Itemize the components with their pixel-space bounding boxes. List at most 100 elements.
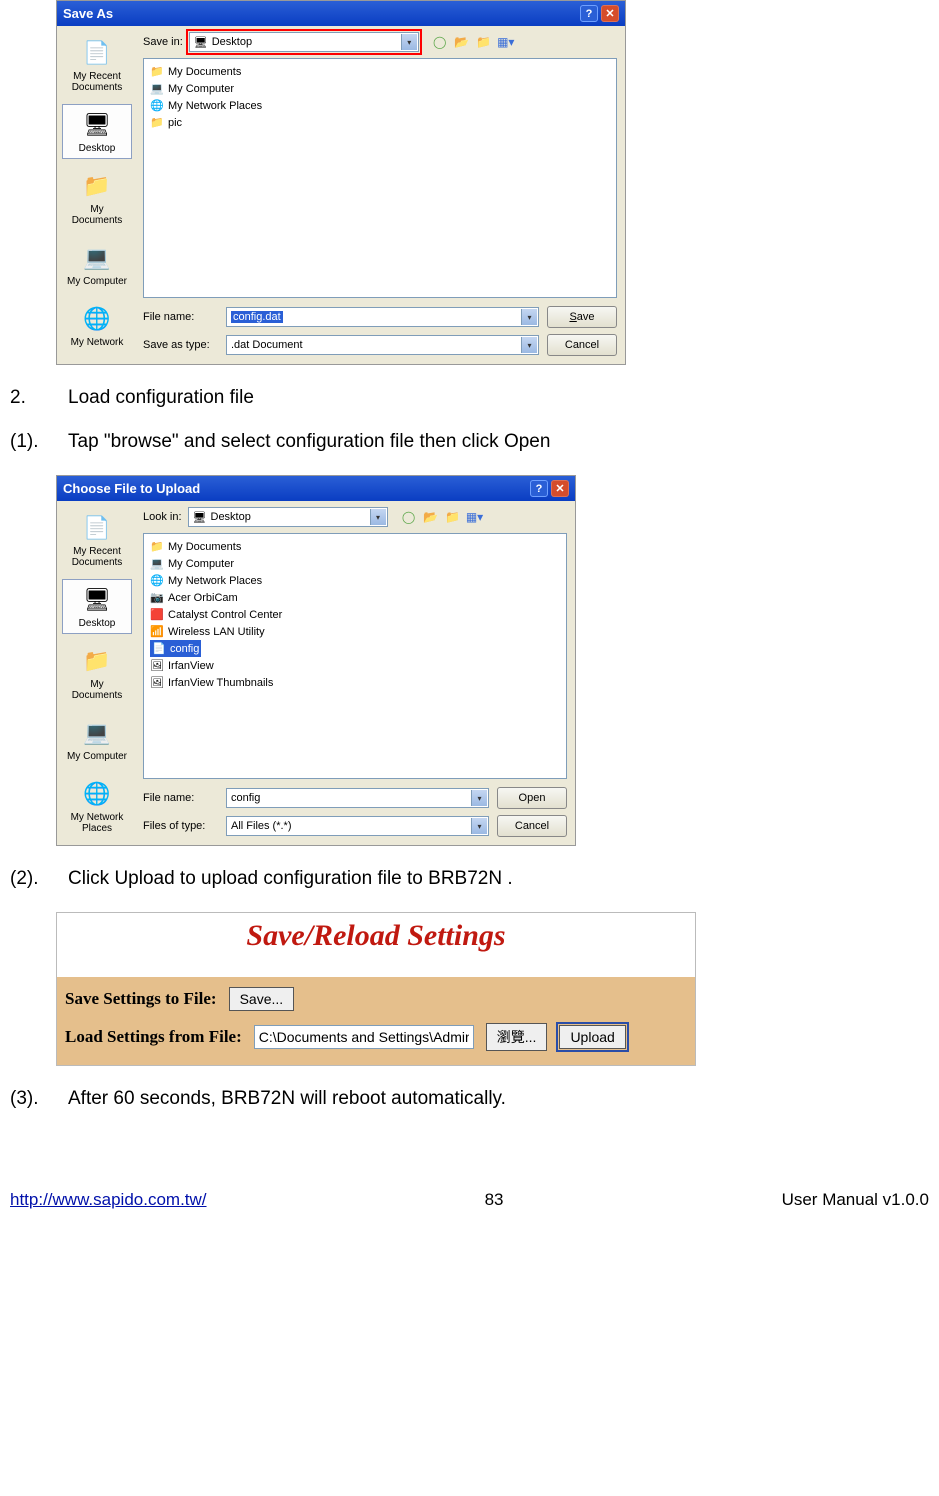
upload-button[interactable]: Upload xyxy=(559,1025,625,1049)
place-icon: 🖥 xyxy=(81,109,113,141)
dialog-titlebar[interactable]: Save As ? ✕ xyxy=(57,1,625,26)
save-type-label: Save as type: xyxy=(143,339,218,351)
list-item[interactable]: 📷Acer OrbiCam xyxy=(150,589,560,606)
step-text: Load configuration file xyxy=(68,387,254,409)
file-label: config xyxy=(170,643,199,655)
places-item[interactable]: 📁My Documents xyxy=(62,165,132,231)
place-label: My Documents xyxy=(65,204,129,226)
places-item[interactable]: 💻My Computer xyxy=(62,712,132,767)
places-item[interactable]: 🌐My Network xyxy=(62,298,132,353)
list-item[interactable]: 📁My Documents xyxy=(150,63,610,80)
list-item[interactable]: 📁My Documents xyxy=(150,538,560,555)
place-icon: 📁 xyxy=(81,645,113,677)
views-icon[interactable]: ▦▾ xyxy=(497,33,515,51)
views-icon[interactable]: ▦▾ xyxy=(466,508,484,526)
filename-value: config xyxy=(231,792,260,804)
save-to-file-label: Save Settings to File: xyxy=(65,989,217,1009)
substep-number: (3). xyxy=(10,1088,50,1110)
save-file-button[interactable]: Save... xyxy=(229,987,295,1011)
dialog-toolbar: ◯ 📂 📁 ▦▾ xyxy=(400,508,484,526)
filename-value: config.dat xyxy=(231,311,283,323)
back-icon[interactable]: ◯ xyxy=(431,33,449,51)
file-icon: 📁 xyxy=(150,116,164,130)
save-as-dialog: Save As ? ✕ 📄My Recent Documents 🖥Desktop… xyxy=(56,0,626,365)
file-label: My Computer xyxy=(168,558,234,570)
file-label: pic xyxy=(168,117,182,129)
places-bar: 📄My Recent Documents 🖥Desktop 📁My Document… xyxy=(57,501,137,845)
list-item[interactable]: 🌐My Network Places xyxy=(150,572,560,589)
places-item[interactable]: 📁My Documents xyxy=(62,640,132,706)
up-folder-icon[interactable]: 📂 xyxy=(422,508,440,526)
chevron-down-icon[interactable]: ▾ xyxy=(401,34,417,50)
substep-2: (2). Click Upload to upload configuratio… xyxy=(10,868,929,890)
list-item[interactable]: 🖼IrfanView Thumbnails xyxy=(150,674,560,691)
page-number: 83 xyxy=(485,1190,504,1210)
list-item[interactable]: 🟥Catalyst Control Center xyxy=(150,606,560,623)
filename-input[interactable]: config ▾ xyxy=(226,788,489,808)
file-label: My Computer xyxy=(168,83,234,95)
footer-link[interactable]: http://www.sapido.com.tw/ xyxy=(10,1190,207,1210)
close-icon[interactable]: ✕ xyxy=(551,480,569,497)
file-list[interactable]: 📁My Documents 💻 My Computer 🌐My Network Pla… xyxy=(143,58,617,298)
list-item[interactable]: 🌐My Network Places xyxy=(150,97,610,114)
filename-label: File name: xyxy=(143,311,218,323)
list-item[interactable]: 🖼IrfanView xyxy=(150,657,560,674)
browse-button[interactable]: 瀏覽... xyxy=(486,1023,548,1051)
close-icon[interactable]: ✕ xyxy=(601,5,619,22)
chevron-down-icon[interactable]: ▾ xyxy=(521,309,537,325)
file-icon: 📷 xyxy=(150,591,164,605)
file-icon: 📶 xyxy=(150,625,164,639)
back-icon[interactable]: ◯ xyxy=(400,508,418,526)
file-icon: 💻 xyxy=(150,82,164,96)
files-of-type-combo[interactable]: All Files (*.*) ▾ xyxy=(226,816,489,836)
up-folder-icon[interactable]: 📂 xyxy=(453,33,471,51)
dialog-titlebar[interactable]: Choose File to Upload ? ✕ xyxy=(57,476,575,501)
chevron-down-icon[interactable]: ▾ xyxy=(370,509,386,525)
file-icon: 🌐 xyxy=(150,99,164,113)
file-label: My Network Places xyxy=(168,575,262,587)
open-button[interactable]: Open xyxy=(497,787,567,809)
places-bar: 📄My Recent Documents 🖥Desktop 📁My Document… xyxy=(57,26,137,364)
list-item[interactable]: 💻 My Computer xyxy=(150,80,610,97)
new-folder-icon[interactable]: 📁 xyxy=(444,508,462,526)
list-item[interactable]: 📶Wireless LAN Utility xyxy=(150,623,560,640)
cancel-button[interactable]: Cancel xyxy=(547,334,617,356)
look-in-combo[interactable]: 🖥 Desktop ▾ xyxy=(188,507,388,527)
places-item[interactable]: 🖥Desktop xyxy=(62,579,132,634)
look-in-value: Desktop xyxy=(211,511,251,523)
help-icon[interactable]: ? xyxy=(530,480,548,497)
chevron-down-icon[interactable]: ▾ xyxy=(471,818,487,834)
file-icon: 💻 xyxy=(150,557,164,571)
place-icon: 💻 xyxy=(81,717,113,749)
file-list[interactable]: 📁My Documents 💻 My Computer 🌐My Network Pla… xyxy=(143,533,567,779)
choose-file-dialog: Choose File to Upload ? ✕ 📄My Recent Doc… xyxy=(56,475,576,846)
filename-label: File name: xyxy=(143,792,218,804)
places-item[interactable]: 🌐My Network Places xyxy=(62,773,132,839)
places-item[interactable]: 🖥Desktop xyxy=(62,104,132,159)
file-label: Catalyst Control Center xyxy=(168,609,282,621)
new-folder-icon[interactable]: 📁 xyxy=(475,33,493,51)
filename-input[interactable]: config.dat ▾ xyxy=(226,307,539,327)
chevron-down-icon[interactable]: ▾ xyxy=(471,790,487,806)
list-item[interactable]: 📁 pic xyxy=(150,114,610,131)
list-item[interactable]: 💻 My Computer xyxy=(150,555,560,572)
save-button[interactable]: Save xyxy=(547,306,617,328)
help-icon[interactable]: ? xyxy=(580,5,598,22)
places-item[interactable]: 📄My Recent Documents xyxy=(62,32,132,98)
substep-number: (2). xyxy=(10,868,50,890)
file-icon: 📄 xyxy=(152,642,166,656)
file-label: My Documents xyxy=(168,541,241,553)
save-type-combo[interactable]: .dat Document ▾ xyxy=(226,335,539,355)
file-icon: 📁 xyxy=(150,65,164,79)
chevron-down-icon[interactable]: ▾ xyxy=(521,337,537,353)
substep-text: Tap "browse" and select configuration fi… xyxy=(68,431,550,453)
file-icon: 🖼 xyxy=(150,659,164,673)
file-path-input[interactable] xyxy=(254,1025,474,1049)
place-label: My Network xyxy=(65,337,129,348)
list-item[interactable]: 📄 config xyxy=(150,640,201,657)
cancel-button[interactable]: Cancel xyxy=(497,815,567,837)
save-in-combo[interactable]: 🖥 Desktop ▾ xyxy=(189,32,419,52)
places-item[interactable]: 📄My Recent Documents xyxy=(62,507,132,573)
places-item[interactable]: 💻My Computer xyxy=(62,237,132,292)
files-of-type-value: All Files (*.*) xyxy=(231,820,292,832)
